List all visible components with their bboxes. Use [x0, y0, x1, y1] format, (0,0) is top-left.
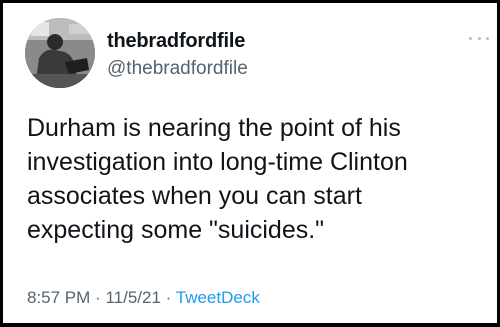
meta-separator: ·	[95, 288, 101, 307]
avatar-photo-icon	[25, 18, 95, 88]
tweet-card: thebradfordfile @thebradfordfile Durham …	[3, 3, 497, 323]
tweet-metadata: 8:57 PM · 11/5/21 · TweetDeck	[27, 288, 260, 308]
more-dot	[469, 36, 472, 40]
profile-avatar[interactable]	[25, 18, 95, 88]
tweet-date[interactable]: 11/5/21	[105, 288, 160, 307]
tweet-source-link[interactable]: TweetDeck	[176, 288, 260, 307]
tweet-time[interactable]: 8:57 PM	[27, 288, 90, 307]
more-dot	[486, 36, 489, 40]
author-handle[interactable]: @thebradfordfile	[107, 58, 248, 80]
tweet-text: Durham is nearing the point of his inves…	[27, 114, 408, 244]
meta-separator: ·	[165, 288, 172, 307]
more-dot	[477, 36, 481, 40]
author-display-name[interactable]: thebradfordfile	[107, 30, 245, 53]
more-options-icon[interactable]	[469, 33, 489, 43]
